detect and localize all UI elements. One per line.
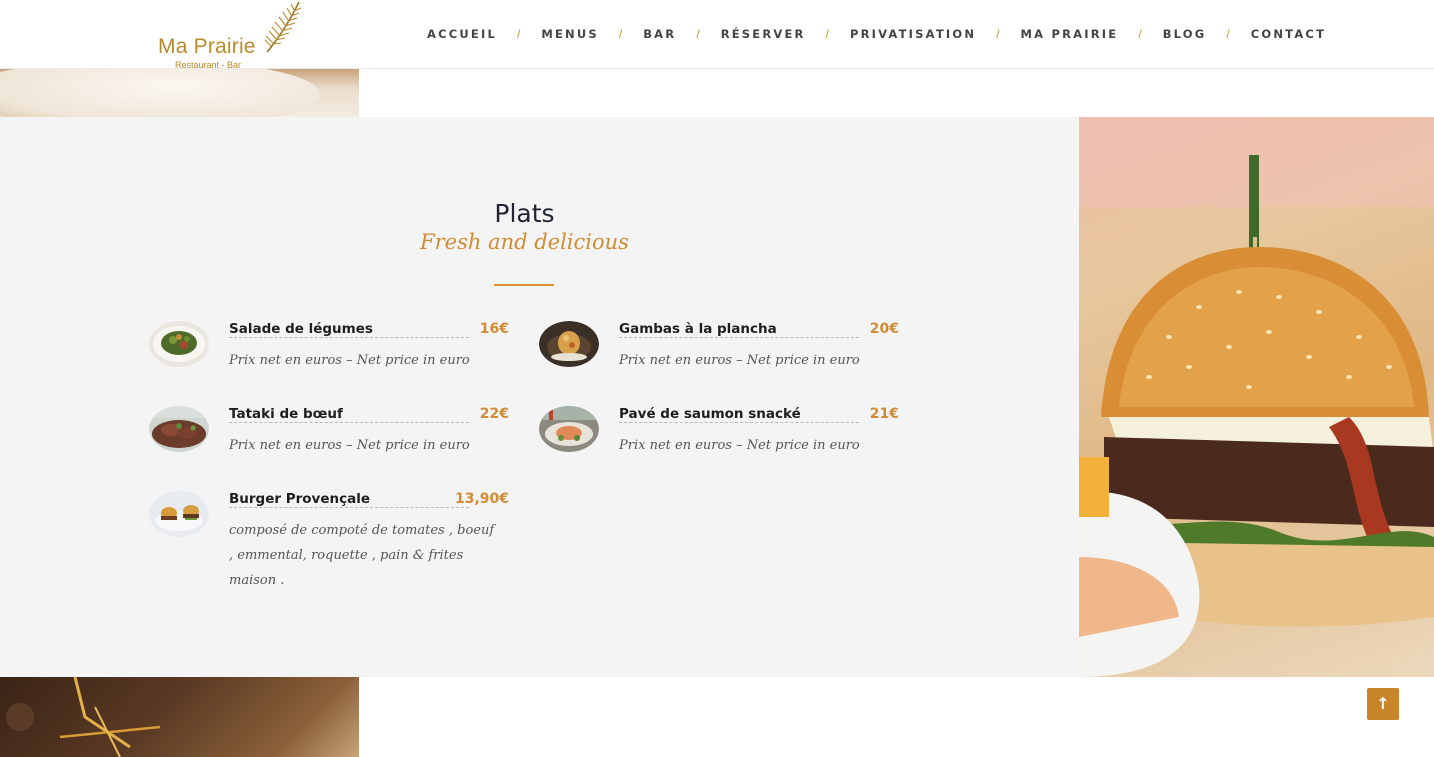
nav-item-blog[interactable]: BLOG [1163, 27, 1207, 41]
nav-item-bar[interactable]: BAR [643, 27, 676, 41]
logo-wordmark: Ma Prairie [158, 35, 256, 58]
nav-separator: / [825, 27, 829, 41]
nav-item-menus[interactable]: MENUS [541, 27, 599, 41]
main-navigation: ACCUEIL / MENUS / BAR / RÉSERVER / PRIVA… [427, 27, 1326, 41]
leader-dots [229, 337, 469, 338]
dish-name: Salade de légumes [229, 321, 377, 337]
burger-illustration [1079, 117, 1434, 677]
menu-item: Salade de légumes 16€ Prix net en euros … [149, 321, 509, 391]
arrow-up-icon: ↑ [1376, 694, 1390, 713]
section-subtitle: Fresh and delicious [420, 230, 629, 254]
salad-thumbnail[interactable] [149, 321, 209, 367]
leader-dots [619, 422, 859, 423]
nav-item-contact[interactable]: CONTACT [1251, 27, 1326, 41]
nav-separator: / [516, 27, 521, 41]
gambas-thumbnail[interactable] [539, 321, 599, 367]
dish-description: Prix net en euros – Net price in euro [229, 438, 470, 453]
leader-dots [229, 422, 469, 423]
dish-photo-bottom [0, 677, 359, 757]
dish-price: 20€ [865, 321, 899, 337]
scroll-to-top-button[interactable]: ↑ [1367, 688, 1399, 720]
menu-item: Tataki de bœuf 22€ Prix net en euros – N… [149, 406, 509, 476]
garnish-image [6, 677, 161, 757]
nav-item-privatisation[interactable]: PRIVATISATION [850, 27, 976, 41]
site-header: Ma Prairie Restaurant - Bar ACCUEIL / ME… [0, 0, 1434, 70]
burger-thumbnail[interactable] [149, 491, 209, 537]
dish-description: composé de compoté de tomates , boeuf , … [229, 523, 495, 588]
site-logo[interactable]: Ma Prairie Restaurant - Bar [158, 0, 303, 70]
dish-photo-top [0, 69, 359, 117]
logo-tagline: Restaurant - Bar [175, 60, 242, 70]
dish-name: Burger Provençale [229, 491, 375, 507]
dish-description: Prix net en euros – Net price in euro [619, 353, 860, 368]
dish-price: 13,90€ [450, 491, 509, 507]
nav-item-reserver[interactable]: RÉSERVER [721, 27, 806, 41]
nav-separator: / [696, 27, 700, 41]
dish-price: 22€ [475, 406, 509, 422]
nav-separator: / [1226, 27, 1230, 41]
dish-description: Prix net en euros – Net price in euro [619, 438, 860, 453]
dish-description: Prix net en euros – Net price in euro [229, 353, 470, 368]
menu-item: Pavé de saumon snacké 21€ Prix net en eu… [539, 406, 899, 476]
fern-leaf-icon [264, 1, 302, 53]
title-divider [494, 284, 554, 286]
bowl-image [0, 69, 320, 117]
menu-item: Gambas à la plancha 20€ Prix net en euro… [539, 321, 899, 391]
tataki-thumbnail[interactable] [149, 406, 209, 452]
saumon-thumbnail[interactable] [539, 406, 599, 452]
burger-photo [1079, 117, 1434, 677]
dish-price: 16€ [475, 321, 509, 337]
nav-separator: / [1138, 27, 1142, 41]
menu-item: Burger Provençale 13,90€ composé de comp… [149, 491, 509, 588]
nav-item-accueil[interactable]: ACCUEIL [427, 27, 497, 41]
nav-item-ma-prairie[interactable]: MA PRAIRIE [1021, 27, 1119, 41]
dish-name: Gambas à la plancha [619, 321, 781, 337]
nav-separator: / [618, 27, 623, 41]
dish-name: Tataki de bœuf [229, 406, 347, 422]
dish-price: 21€ [865, 406, 899, 422]
leader-dots [229, 507, 469, 508]
section-title: Plats [494, 199, 555, 228]
nav-separator: / [996, 27, 1000, 41]
plats-menu-section: Plats Fresh and delicious Salade de légu… [0, 117, 1079, 677]
dish-name: Pavé de saumon snacké [619, 406, 805, 422]
leader-dots [619, 337, 859, 338]
